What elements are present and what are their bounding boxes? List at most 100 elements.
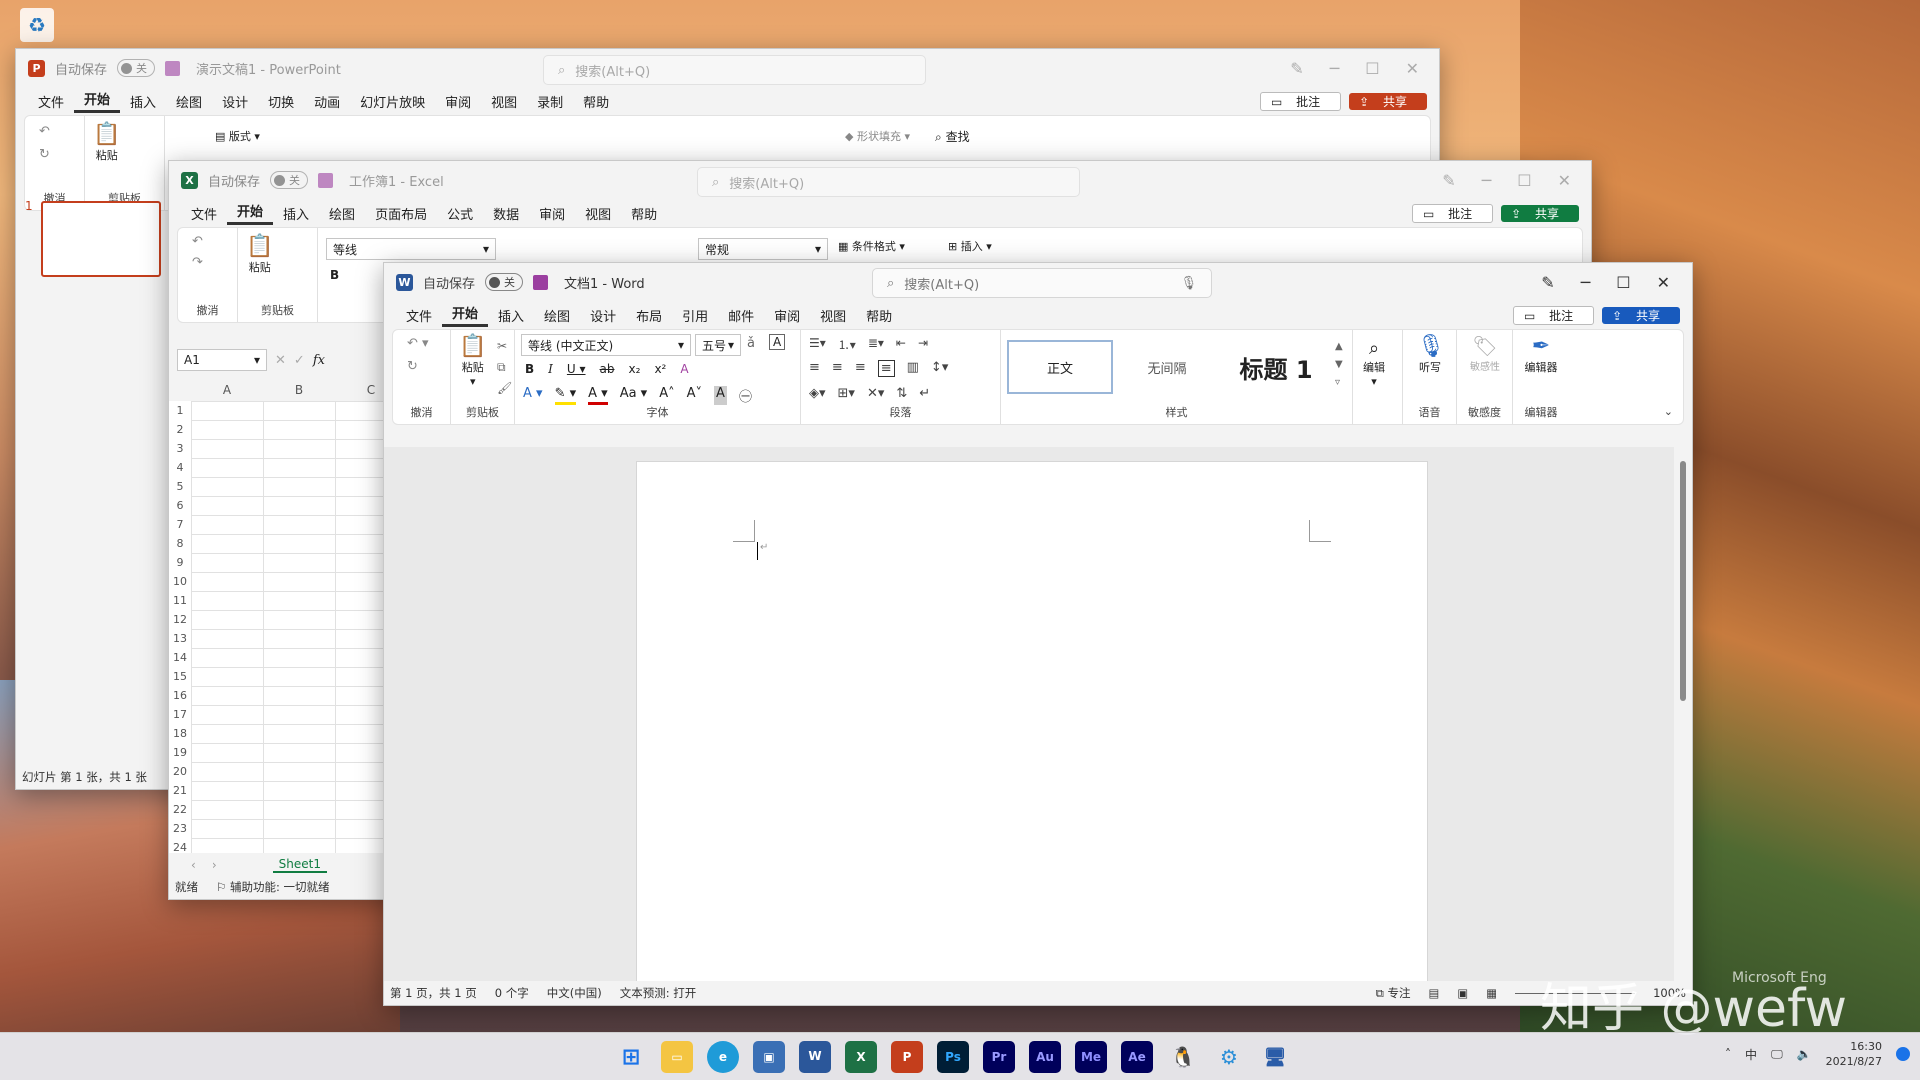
menu-design[interactable]: 设计 — [212, 92, 258, 111]
row-header[interactable]: 16 — [169, 686, 191, 705]
language-status[interactable]: 中文(中国) — [547, 985, 602, 1001]
multilevel-list-icon[interactable]: ≣▾ — [868, 336, 884, 353]
layout-button[interactable]: ▤ 版式 ▾ — [215, 128, 260, 144]
row-header[interactable]: 17 — [169, 705, 191, 724]
prev-sheet-icon[interactable]: ‹ — [191, 858, 196, 872]
search-box[interactable]: ⌕ 搜索(Alt+Q) — [543, 55, 926, 85]
row-header[interactable]: 5 — [169, 477, 191, 496]
styles-scroll[interactable]: ▲ ▼ ▿ — [1335, 338, 1343, 392]
after-effects-icon[interactable]: Ae — [1121, 1041, 1153, 1073]
cell-grid[interactable] — [191, 401, 389, 853]
row-header[interactable]: 4 — [169, 458, 191, 477]
style-heading-1[interactable]: 标题 1 — [1221, 340, 1331, 394]
menu-insert[interactable]: 插入 — [488, 306, 534, 325]
word-titlebar[interactable]: W 自动保存 关 文档1 - Word ⌕ 搜索(Alt+Q) 🎙 ✎ ─ ☐ ✕ — [384, 263, 1692, 301]
row-header[interactable]: 2 — [169, 420, 191, 439]
superscript-icon[interactable]: x² — [654, 362, 666, 376]
menu-help[interactable]: 帮助 — [621, 204, 667, 223]
row-header[interactable]: 19 — [169, 743, 191, 762]
chinese-layout-icon[interactable]: ✕▾ — [867, 386, 884, 401]
format-painter-icon[interactable]: 🖌 — [497, 378, 512, 399]
character-shading-icon[interactable]: A — [714, 386, 727, 405]
shape-fill-button[interactable]: ◆ 形状填充 ▾ — [845, 128, 910, 144]
cancel-icon[interactable]: ✕ — [275, 353, 286, 368]
close-icon[interactable]: ✕ — [1558, 171, 1571, 190]
undo-icon[interactable]: ↶ ▾ — [393, 330, 450, 357]
shading-icon[interactable]: ◈▾ — [809, 386, 826, 401]
file-explorer-icon[interactable]: ▭ — [661, 1041, 693, 1073]
menu-home[interactable]: 开始 — [442, 303, 489, 327]
highlight-icon[interactable]: ✎ ▾ — [554, 386, 577, 405]
row-header[interactable]: 21 — [169, 781, 191, 800]
minimize-icon[interactable]: ─ — [1330, 59, 1340, 78]
row-header[interactable]: 8 — [169, 534, 191, 553]
column-header-b[interactable]: B — [263, 383, 335, 397]
menu-mailings[interactable]: 邮件 — [718, 306, 764, 325]
page-count-status[interactable]: 第 1 页，共 1 页 — [390, 985, 477, 1001]
menu-home[interactable]: 开始 — [74, 89, 121, 113]
share-button[interactable]: ⇪ 共享 — [1349, 92, 1427, 110]
row-header[interactable]: 9 — [169, 553, 191, 572]
maximize-icon[interactable]: ☐ — [1365, 59, 1379, 78]
maximize-icon[interactable]: ☐ — [1517, 171, 1531, 190]
print-layout-icon[interactable]: ▣ — [1457, 986, 1468, 1000]
bold-icon[interactable]: B — [525, 362, 534, 376]
paste-button[interactable]: 📋 粘贴 — [246, 234, 273, 275]
grow-font-icon[interactable]: A˄ — [659, 386, 674, 405]
align-center-icon[interactable]: ≡ — [832, 360, 843, 377]
undo-icon[interactable]: ↶ — [178, 228, 237, 255]
excel-taskbar-icon[interactable]: X — [845, 1041, 877, 1073]
menu-view[interactable]: 视图 — [810, 306, 856, 325]
sheet-tab[interactable]: Sheet1 — [272, 857, 327, 873]
paste-button[interactable]: 📋 粘贴 ▾ — [459, 334, 486, 388]
photoshop-icon[interactable]: Ps — [937, 1041, 969, 1073]
font-name-dropdown[interactable]: 等线 (中文正文) ▾ — [521, 334, 691, 356]
bullets-icon[interactable]: ☰▾ — [809, 336, 826, 353]
row-header[interactable]: 18 — [169, 724, 191, 743]
row-header[interactable]: 15 — [169, 667, 191, 686]
collapse-ribbon-icon[interactable]: ⌄ — [1664, 405, 1673, 418]
menu-layout[interactable]: 布局 — [626, 306, 672, 325]
menu-references[interactable]: 引用 — [672, 306, 718, 325]
network-icon[interactable]: 🖵 — [1771, 1047, 1783, 1062]
distributed-icon[interactable]: ▥ — [907, 360, 919, 377]
document-area[interactable]: ↵ — [384, 447, 1674, 983]
menu-draw[interactable]: 绘图 — [319, 204, 365, 223]
minimize-icon[interactable]: ─ — [1581, 273, 1591, 292]
qq-icon[interactable]: 🐧 — [1167, 1041, 1199, 1073]
numbering-icon[interactable]: ⒈▾ — [838, 336, 856, 353]
search-box[interactable]: ⌕ 搜索(Alt+Q) 🎙 — [872, 268, 1212, 298]
autosave-toggle[interactable]: 关 — [270, 171, 309, 189]
row-header[interactable]: 6 — [169, 496, 191, 515]
strikethrough-icon[interactable]: ab — [600, 362, 615, 376]
bold-icon[interactable]: B — [330, 268, 339, 282]
worksheet-grid[interactable]: 1 2 3 4 5 6 7 8 9 10 11 12 13 14 15 16 17 18 19 20 21 22 23 24 — [169, 401, 389, 853]
menu-file[interactable]: 文件 — [28, 92, 74, 111]
comment-button[interactable]: ▭ 批注 — [1512, 305, 1595, 325]
close-icon[interactable]: ✕ — [1406, 59, 1419, 78]
excel-titlebar[interactable]: X 自动保存 关 工作簿1 - Excel ⌕ 搜索(Alt+Q) ✎ ─ ☐ ✕ — [169, 161, 1591, 199]
close-icon[interactable]: ✕ — [1657, 273, 1670, 292]
powerpoint-taskbar-icon[interactable]: P — [891, 1041, 923, 1073]
menu-help[interactable]: 帮助 — [573, 92, 619, 111]
paste-button[interactable]: 📋 粘贴 — [93, 122, 120, 163]
save-icon[interactable] — [165, 60, 181, 76]
edit-button[interactable]: ⌕ 编辑 ▾ — [1363, 338, 1385, 388]
redo-icon[interactable]: ↻ — [393, 357, 450, 376]
edge-icon[interactable]: e — [707, 1041, 739, 1073]
clear-format-icon[interactable]: A — [680, 362, 688, 376]
number-format-dropdown[interactable]: 常规 ▾ — [698, 238, 828, 260]
save-icon[interactable] — [533, 274, 549, 290]
slide-thumbnail[interactable] — [41, 201, 161, 277]
menu-file[interactable]: 文件 — [396, 306, 442, 325]
row-header[interactable]: 11 — [169, 591, 191, 610]
web-layout-icon[interactable]: ▦ — [1486, 986, 1497, 1000]
premiere-icon[interactable]: Pr — [983, 1041, 1015, 1073]
powerpoint-titlebar[interactable]: P 自动保存 关 演示文稿1 - PowerPoint ⌕ 搜索(Alt+Q) ✎… — [16, 49, 1439, 87]
row-header[interactable]: 7 — [169, 515, 191, 534]
store-icon[interactable]: ▣ — [753, 1041, 785, 1073]
start-icon[interactable]: ⊞ — [615, 1041, 647, 1073]
row-header[interactable]: 14 — [169, 648, 191, 667]
undo-icon[interactable]: ↶ — [25, 116, 84, 147]
scrollbar-thumb[interactable] — [1680, 461, 1686, 701]
